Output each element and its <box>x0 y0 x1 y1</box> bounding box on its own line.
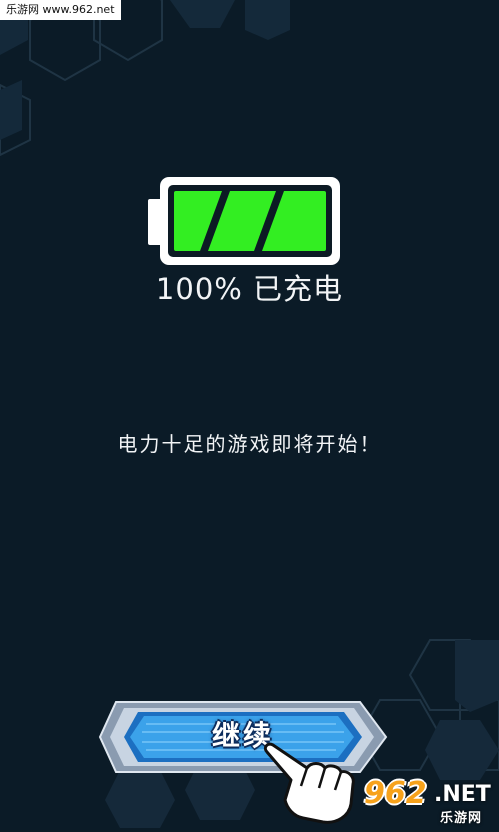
battery-icon <box>146 175 342 267</box>
game-screen: 乐游网 www.962.net 100% 已充电 电力十足的游戏即将开始！ 继续… <box>0 0 499 828</box>
watermark-logo: 962 .NET 乐游网 <box>358 774 499 828</box>
hand-pointer-icon <box>255 738 365 828</box>
watermark-logo-subtitle: 乐游网 <box>440 811 483 826</box>
watermark-logo-suffix: .NET <box>434 782 491 807</box>
charge-status-text: 100% 已充电 <box>155 272 344 306</box>
battery-charge-level <box>174 191 326 251</box>
watermark-top-text: 乐游网 www.962.net <box>0 0 121 20</box>
game-start-message: 电力十足的游戏即将开始！ <box>117 432 382 456</box>
watermark-logo-number: 962 <box>364 776 427 811</box>
